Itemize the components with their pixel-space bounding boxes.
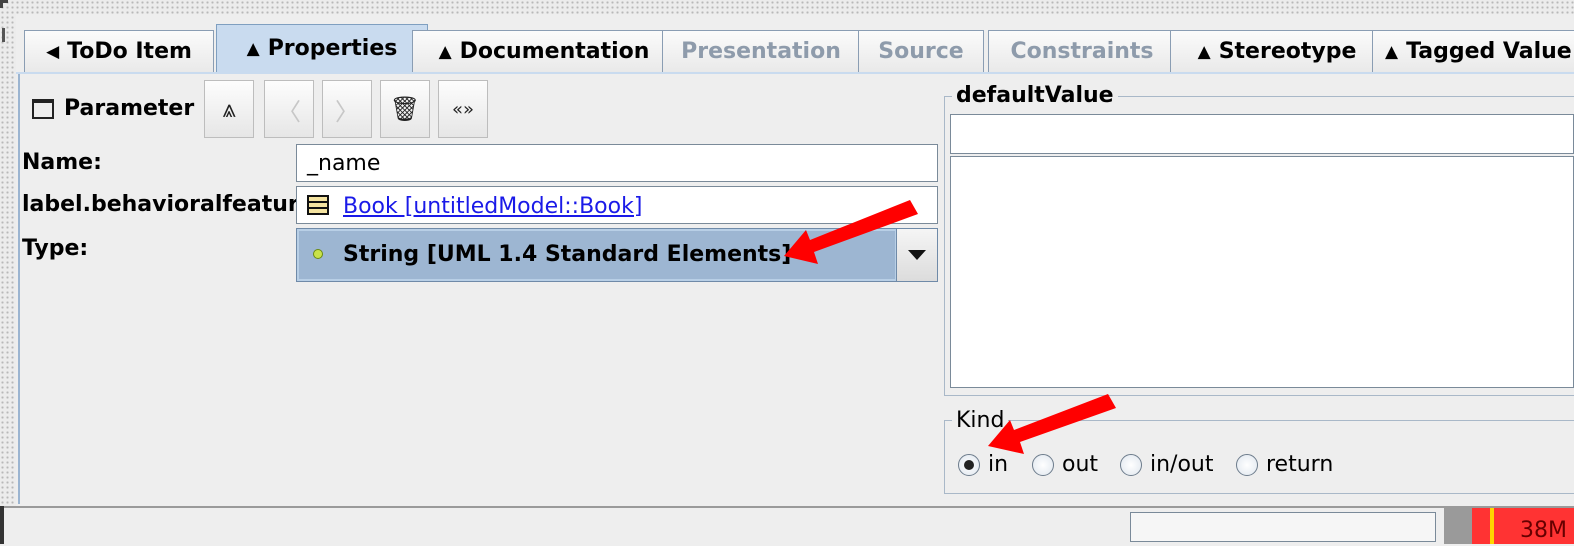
radio-label: in/out (1150, 452, 1214, 477)
tab-label: Documentation (459, 39, 650, 64)
tab-constraints[interactable]: Constraints (988, 30, 1176, 72)
tab-arrow-icon: ▲ (1197, 41, 1211, 62)
owner-link[interactable]: Book [untitledModel::Book] (343, 194, 642, 219)
tab-arrow-icon: ▲ (246, 38, 260, 59)
tab-properties[interactable]: ▲ Properties (216, 24, 428, 72)
details-tabstrip: ◀ ToDo Item ▲ Properties ▲ Documentation Pr… (16, 24, 1574, 72)
properties-toolbar: Parameter (20, 78, 194, 138)
datatype-icon (313, 249, 323, 259)
type-value: String [UML 1.4 Standard Elements] (343, 242, 792, 267)
tab-documentation[interactable]: ▲ Documentation (412, 30, 676, 72)
type-label: Type: (22, 236, 89, 261)
default-value-input[interactable] (950, 114, 1574, 154)
tab-arrow-icon: ▲ (438, 41, 452, 62)
tab-arrow-icon: ◀ (46, 41, 60, 62)
class-icon (307, 195, 329, 215)
tab-label: Tagged Value (1406, 39, 1572, 64)
kind-radio-inout[interactable]: in/out (1120, 452, 1214, 477)
default-value-title: defaultValue (952, 83, 1118, 108)
memory-used-segment (1444, 508, 1472, 544)
tab-label: ToDo Item (67, 39, 192, 64)
name-field-value: _name (307, 151, 381, 176)
kind-radio-return[interactable]: return (1236, 452, 1333, 477)
memory-indicator[interactable]: 38M (1444, 508, 1574, 544)
tab-todo-item[interactable]: ◀ ToDo Item (24, 30, 214, 72)
tab-stereotype[interactable]: ▲ Stereotype (1170, 30, 1384, 72)
annotation-arrow-kind (988, 394, 1116, 454)
tab-label: Source (878, 39, 964, 64)
name-field[interactable]: _name (296, 144, 938, 182)
radio-label: return (1266, 452, 1334, 477)
memory-label: 38M (1520, 518, 1567, 543)
status-message-field (1130, 512, 1436, 542)
parameter-icon (32, 99, 54, 119)
drag-grip-left (0, 0, 16, 506)
tab-source[interactable]: Source (858, 30, 984, 72)
memory-marker (1490, 508, 1494, 544)
tab-arrow-icon: ▲ (1385, 41, 1399, 62)
name-label: Name: (22, 150, 102, 175)
radio-selected-icon (958, 453, 980, 476)
drag-grip-top (0, 0, 1574, 14)
tab-tagged-value[interactable]: ▲ Tagged Value (1372, 30, 1574, 72)
radio-icon (1120, 453, 1142, 476)
default-value-area[interactable] (950, 156, 1574, 388)
corner-mark (0, 0, 8, 8)
tab-presentation[interactable]: Presentation (662, 30, 860, 72)
go-up-button[interactable]: ⩓ (204, 80, 254, 138)
panel-title: Parameter (32, 96, 194, 121)
tab-label: Constraints (1010, 39, 1154, 64)
tab-label: Properties (267, 36, 398, 61)
previous-button[interactable]: 〈 (264, 80, 314, 138)
annotation-arrow-type (784, 200, 918, 264)
tab-label: Presentation (681, 39, 841, 64)
new-stereotype-button[interactable]: «» (438, 80, 488, 138)
next-button[interactable]: 〉 (322, 80, 372, 138)
annotation-arrow-shape (988, 394, 1116, 454)
tab-label: Stereotype (1218, 39, 1357, 64)
panel-title-label: Parameter (64, 95, 195, 121)
owner-label: label.behavioralfeature (22, 192, 314, 217)
collapse-notch[interactable] (2, 28, 8, 42)
annotation-arrow-shape (784, 200, 918, 264)
delete-button[interactable]: 🗑 (380, 80, 430, 138)
radio-icon (1236, 453, 1258, 476)
